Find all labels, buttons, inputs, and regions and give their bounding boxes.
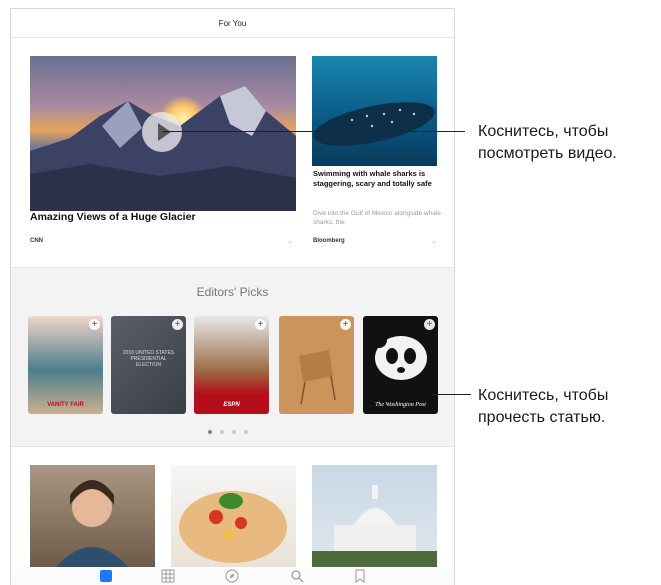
story-source-2: Bloomberg	[313, 238, 345, 244]
editors-picks-title: Editors' Picks	[196, 285, 269, 299]
story-thumbnail-salad[interactable]	[171, 465, 296, 567]
chair-illustration	[299, 350, 336, 405]
story-more-icon[interactable]: ⌄	[287, 237, 293, 245]
story-headline[interactable]: Amazing Views of a Huge Glacier	[30, 211, 196, 223]
page-dot[interactable]	[232, 430, 236, 434]
page-dot[interactable]	[208, 430, 212, 434]
magazine-election[interactable]: + 2016 UNITED STATES PRESIDENTIAL ELECTI…	[111, 316, 186, 414]
story-source: CNN	[30, 238, 43, 244]
person-illustration	[56, 480, 128, 567]
story-more-icon-2[interactable]: ⌄	[431, 237, 437, 245]
search-icon[interactable]	[290, 569, 304, 583]
magazine-design[interactable]: +	[279, 316, 354, 414]
editors-picks-section: Editors' Picks + VANITY FAIR + 2016 UNIT…	[11, 267, 454, 447]
story-headline-2[interactable]: Swimming with whale sharks is staggering…	[313, 169, 439, 189]
salad-illustration	[179, 491, 287, 563]
page-title: For You	[218, 18, 247, 28]
callout-line-article	[431, 394, 471, 395]
saved-icon[interactable]	[353, 569, 367, 583]
callout-article: Коснитесь, чтобы прочесть статью.	[478, 387, 609, 426]
story-description: Dive into the Gulf of Mexico alongside w…	[313, 210, 441, 226]
tab-bar	[11, 569, 454, 585]
magazine-vanity-fair[interactable]: + VANITY FAIR	[28, 316, 103, 414]
top-bar: For You	[11, 9, 454, 38]
add-icon[interactable]: +	[89, 319, 100, 330]
magazine-label: VANITY FAIR	[47, 402, 84, 408]
story-thumbnail-capitol[interactable]	[312, 465, 437, 567]
news-app-window: For You Amazing Views of a Huge Glacier …	[10, 8, 455, 585]
for-you-icon[interactable]	[99, 569, 113, 583]
magazine-label: The Washington Post	[375, 402, 426, 408]
add-icon[interactable]: +	[255, 319, 266, 330]
magazine-espn[interactable]: + ESPN	[194, 316, 269, 414]
add-icon[interactable]: +	[172, 319, 183, 330]
magazine-label: 2016 UNITED STATES PRESIDENTIAL ELECTION	[122, 350, 175, 368]
page-dot[interactable]	[220, 430, 224, 434]
magazine-washington-post[interactable]: + The Washington Post	[363, 316, 438, 414]
magazine-label: ESPN	[223, 402, 240, 408]
page-indicator[interactable]	[208, 430, 248, 434]
whale-shark-illustration	[313, 102, 435, 146]
capitol-illustration	[312, 485, 437, 567]
whale-shark-thumbnail[interactable]	[312, 56, 437, 166]
play-video-button[interactable]	[142, 112, 182, 152]
channels-icon[interactable]	[161, 569, 175, 583]
explore-icon[interactable]	[225, 569, 239, 583]
page-dot[interactable]	[244, 430, 248, 434]
story-thumbnail-person[interactable]	[30, 465, 155, 567]
callout-line-video	[163, 131, 465, 132]
panda-illustration	[371, 332, 427, 380]
glacier-video-thumbnail[interactable]	[30, 56, 296, 211]
callout-video: Коснитесь, чтобы посмотреть видео.	[478, 123, 617, 162]
